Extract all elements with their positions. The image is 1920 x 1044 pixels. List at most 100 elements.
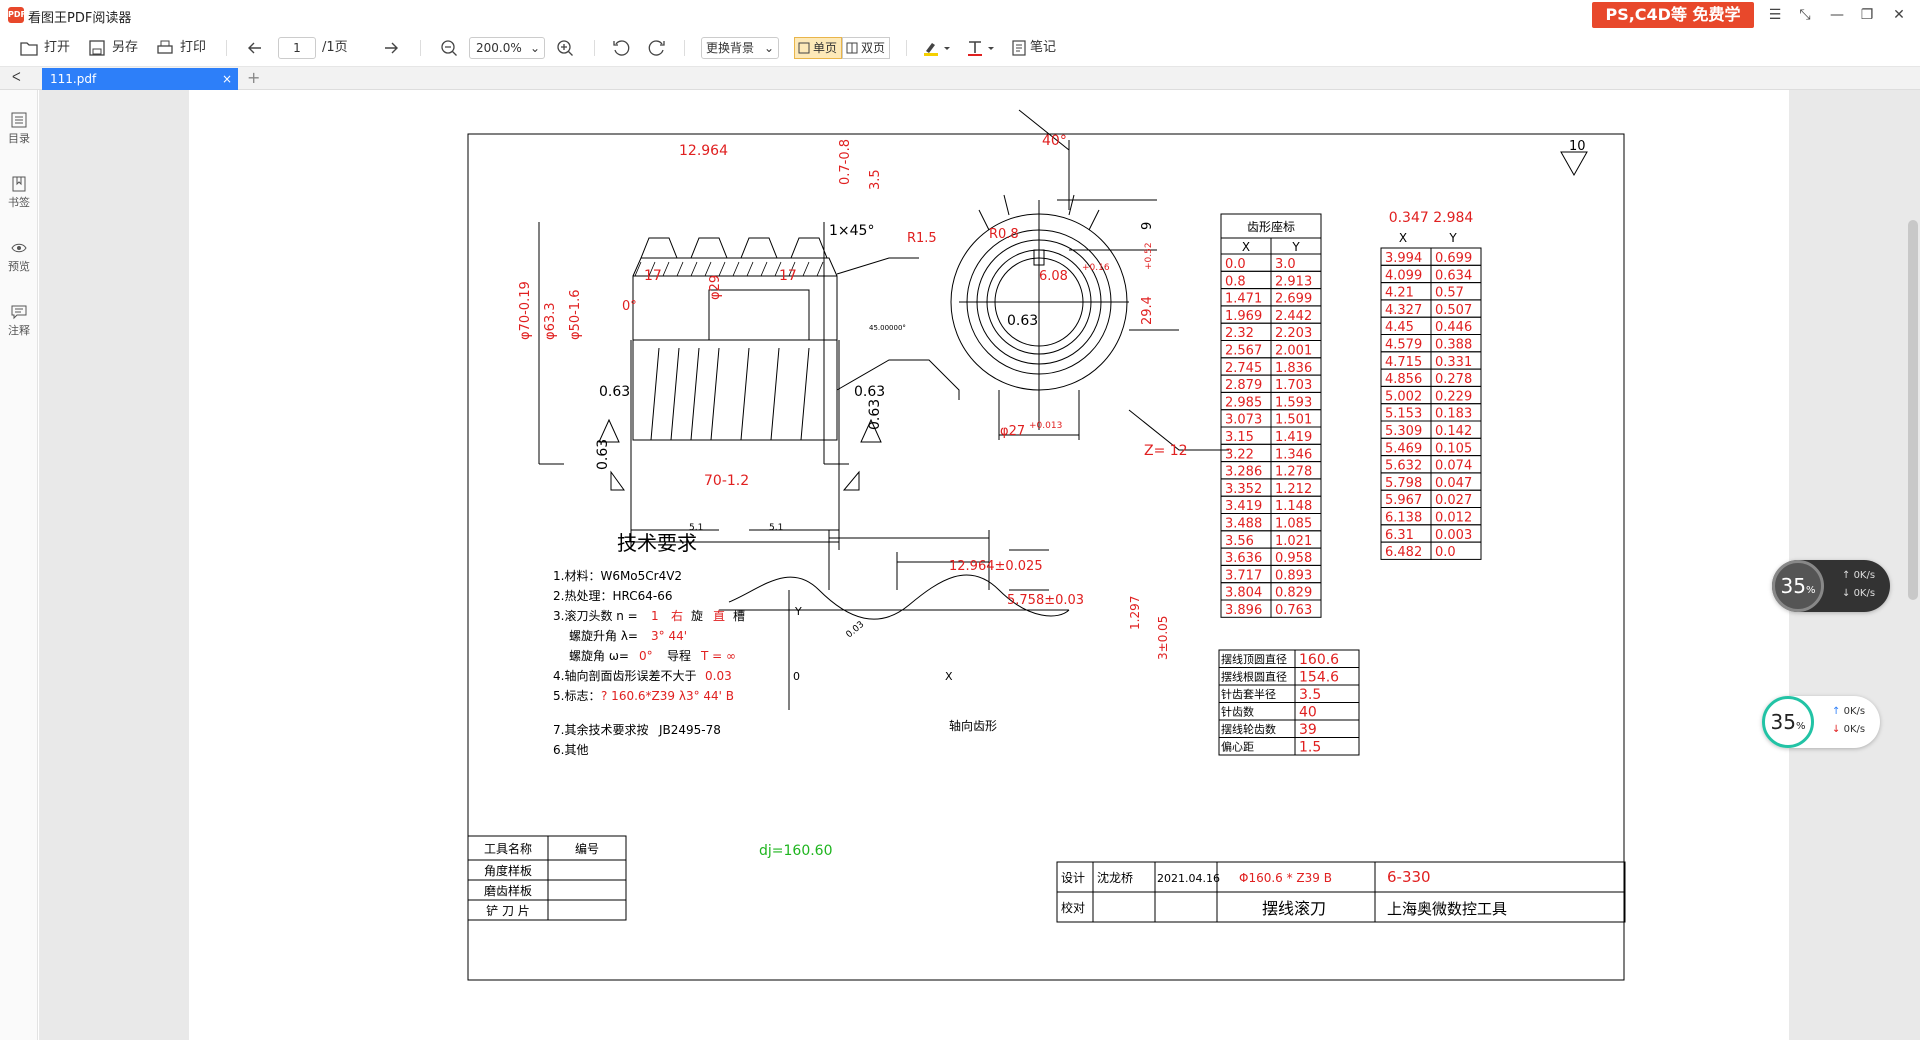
- drawing-label: 沈龙桥: [1097, 870, 1133, 885]
- tab-close-icon[interactable]: ×: [222, 68, 232, 90]
- drawing-label: 0.027: [1435, 493, 1472, 508]
- new-tab-button[interactable]: +: [247, 68, 260, 87]
- page-number-input[interactable]: 1: [278, 37, 316, 59]
- drawing-label: φ50-1.6: [568, 290, 583, 340]
- save-as-button[interactable]: 另存: [88, 37, 144, 59]
- drawing-label: 0.278: [1435, 372, 1472, 387]
- drawing-label: 2.985: [1225, 395, 1262, 410]
- zoom-in-button[interactable]: [556, 37, 576, 59]
- drawing-label: 0.63: [599, 384, 630, 400]
- sidebar-item-toc[interactable]: 目录: [0, 112, 38, 146]
- drawing-label: φ63.3: [543, 302, 558, 340]
- drawing-label: Z= 12: [1144, 443, 1188, 459]
- drawing-label: φ27: [1000, 424, 1025, 439]
- folder-icon: [20, 42, 38, 56]
- double-page-button[interactable]: 双页: [842, 37, 890, 59]
- drawing-label: 设计: [1061, 871, 1085, 885]
- rotate-left-button[interactable]: [612, 37, 632, 59]
- drawing-label: 6.31: [1385, 528, 1414, 543]
- drawing-label: 铲 刀 片: [486, 903, 530, 918]
- pin-icon[interactable]: ⤡: [1790, 4, 1820, 26]
- drawing-label: ? 160.6*Z39 λ3° 44' B: [601, 689, 734, 703]
- drawing-label: 针齿套半径: [1221, 687, 1276, 701]
- drawing-label: 0.012: [1435, 511, 1472, 526]
- drawing-label: 12.964: [679, 143, 728, 159]
- drawing-label: 螺旋角 ω=: [569, 649, 629, 663]
- printer-icon: [157, 40, 173, 54]
- drawing-label: 6.其他: [553, 743, 588, 757]
- list-icon: [11, 112, 27, 128]
- collapse-sidebar-icon[interactable]: ᐸ: [12, 70, 21, 84]
- menu-icon[interactable]: ☰: [1760, 4, 1790, 26]
- drawing-label: 40°: [1042, 133, 1067, 149]
- sidebar-item-preview[interactable]: 预览: [0, 240, 38, 274]
- drawing-label: 5.798: [1385, 476, 1422, 491]
- zoom-out-icon: [441, 40, 457, 56]
- tech-heading: 技术要求: [617, 531, 697, 555]
- drawing-label: 6.08: [1039, 269, 1068, 284]
- prev-page-button[interactable]: [246, 37, 266, 59]
- text-tool-button[interactable]: [966, 37, 1000, 59]
- network-widget-2[interactable]: 35% ↑ 0K/s ↓ 0K/s: [1762, 696, 1880, 748]
- drawing-label: 1.969: [1225, 309, 1262, 324]
- open-button[interactable]: 打开: [20, 37, 76, 59]
- drawing-label: 旋: [691, 609, 703, 623]
- drawing-label: Y: [1291, 240, 1300, 254]
- vertical-scrollbar[interactable]: [1908, 220, 1918, 600]
- table-cell: [1092, 891, 1156, 923]
- zoom-select[interactable]: 200.0% ⌄: [469, 37, 545, 59]
- drawing-label: 3.352: [1225, 482, 1262, 497]
- download-speed: ↓ 0K/s: [1832, 724, 1866, 735]
- notes-button[interactable]: 笔记: [1010, 37, 1066, 59]
- drawing-label: 5.632: [1385, 459, 1422, 474]
- drawing-label: 0.105: [1435, 441, 1472, 456]
- rotate-left-icon: [613, 40, 630, 56]
- drawing-label: 0.63: [854, 384, 885, 400]
- drawing-label: 0.63: [595, 439, 611, 470]
- next-page-button[interactable]: [382, 37, 402, 59]
- sidebar-item-bookmark[interactable]: 书签: [0, 176, 38, 210]
- drawing-label: 槽: [733, 609, 745, 623]
- drawing-label: 导程: [667, 648, 691, 663]
- drawing-label: 4.579: [1385, 338, 1422, 353]
- drawing-label: +0.013: [1029, 421, 1062, 431]
- rotate-right-button[interactable]: [648, 37, 668, 59]
- print-button[interactable]: 打印: [156, 37, 212, 59]
- close-button[interactable]: ✕: [1884, 4, 1914, 26]
- promo-banner[interactable]: PS,C4D等 免费学: [1592, 2, 1754, 28]
- drawing-label: 17: [644, 268, 662, 284]
- table-cell: [547, 879, 627, 901]
- maximize-button[interactable]: ❐: [1852, 4, 1882, 26]
- zoom-out-button[interactable]: [440, 37, 460, 59]
- drawing-label: 1.148: [1275, 499, 1312, 514]
- title-bar: PDF 看图王PDF阅读器 PS,C4D等 免费学 ☰ ⤡ — ❐ ✕: [0, 0, 1920, 30]
- highlight-button[interactable]: [922, 37, 956, 59]
- sidebar-item-annotation[interactable]: 注释: [0, 304, 38, 338]
- background-select[interactable]: 更换背景 ⌄: [701, 37, 779, 59]
- note-icon: [1012, 40, 1026, 56]
- drawing-label: 1.212: [1275, 482, 1312, 497]
- drawing-label: 0.507: [1435, 303, 1472, 318]
- drawing-label: dj=160.60: [759, 843, 833, 859]
- network-widget-1[interactable]: 35% ↑ 0K/s ↓ 0K/s: [1772, 560, 1890, 612]
- drawing-label: 3.073: [1225, 413, 1262, 428]
- drawing-label: 2.879: [1225, 378, 1262, 393]
- drawing-label: 4.715: [1385, 355, 1422, 370]
- minimize-button[interactable]: —: [1822, 4, 1852, 26]
- tab-document[interactable]: 111.pdf ×: [42, 68, 238, 90]
- drawing-label: 0.893: [1275, 568, 1312, 583]
- drawing-label: 5.309: [1385, 424, 1422, 439]
- upload-speed: ↑ 0K/s: [1842, 570, 1876, 581]
- drawing-label: 角度样板: [484, 863, 532, 878]
- app-title: 看图王PDF阅读器: [28, 11, 132, 26]
- drawing-label: 3.5: [868, 169, 883, 190]
- drawing-label: 1.材料：W6Mo5Cr4V2: [553, 569, 682, 583]
- pdf-page: 10 12.964 φ70-0.19 φ63.3 φ50-1.6 17 17 φ29 1×45°…: [189, 90, 1789, 1040]
- single-page-button[interactable]: 单页: [794, 37, 842, 59]
- save-icon: [89, 40, 105, 56]
- drawing-label: 0.57: [1435, 286, 1464, 301]
- drawing-label: X: [1242, 240, 1250, 254]
- drawing-label: 1.501: [1275, 413, 1312, 428]
- drawing-label: 1.085: [1275, 517, 1312, 532]
- drawing-label: 6.138: [1385, 511, 1422, 526]
